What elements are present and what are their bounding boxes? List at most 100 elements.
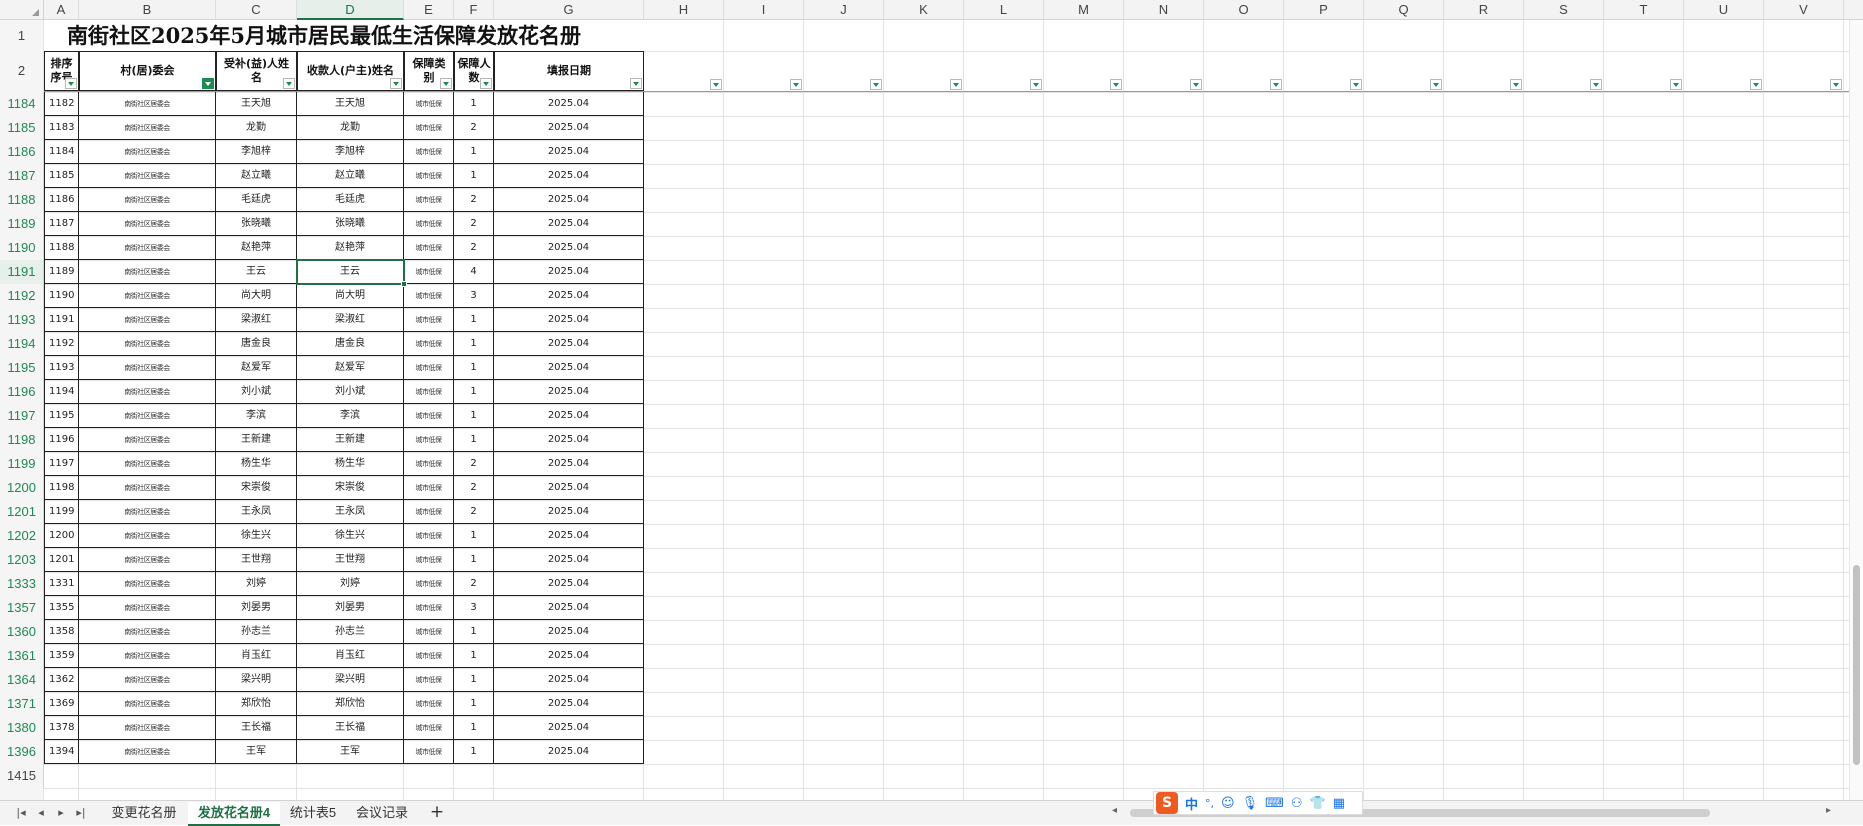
cell-seq[interactable]: 1184 (44, 140, 79, 164)
cell-count[interactable]: 2 (454, 116, 494, 140)
cell-payee[interactable]: 宋崇俊 (297, 476, 404, 500)
cell-committee[interactable]: 南街社区居委会 (79, 404, 216, 428)
row-header-1189[interactable]: 1189 (0, 212, 44, 236)
filter-dropdown-icon[interactable] (283, 78, 295, 89)
vertical-scrollbar[interactable] (1849, 20, 1863, 800)
header-recipient[interactable]: 受补(益)人姓 名 (216, 51, 297, 91)
cell-payee[interactable]: 李滨 (297, 404, 404, 428)
cell-type[interactable]: 城市低保 (404, 644, 454, 668)
cell-seq[interactable]: 1189 (44, 260, 79, 284)
add-sheet-button[interactable]: + (426, 801, 448, 823)
cell-recipient[interactable]: 刘晏男 (216, 596, 297, 620)
cell-type[interactable]: 城市低保 (404, 308, 454, 332)
cell-type[interactable]: 城市低保 (404, 524, 454, 548)
sheet-tab-4[interactable]: 会议记录 (346, 802, 418, 824)
row-header-1195[interactable]: 1195 (0, 356, 44, 380)
filter-dropdown-icon[interactable] (480, 78, 492, 89)
cell-type[interactable]: 城市低保 (404, 716, 454, 740)
cell-type[interactable]: 城市低保 (404, 380, 454, 404)
cell-payee[interactable]: 赵立曦 (297, 164, 404, 188)
row-header-1184[interactable]: 1184 (0, 92, 44, 116)
filter-dropdown-icon[interactable] (1030, 79, 1042, 90)
cell-recipient[interactable]: 刘婷 (216, 572, 297, 596)
cell-type[interactable]: 城市低保 (404, 692, 454, 716)
cell-count[interactable]: 2 (454, 188, 494, 212)
cell-seq[interactable]: 1196 (44, 428, 79, 452)
cell-committee[interactable]: 南街社区居委会 (79, 716, 216, 740)
cell-recipient[interactable]: 王云 (216, 260, 297, 284)
cell-date[interactable]: 2025.04 (494, 740, 644, 764)
cell-date[interactable]: 2025.04 (494, 500, 644, 524)
cell-type[interactable]: 城市低保 (404, 332, 454, 356)
column-header-v[interactable]: V (1764, 0, 1844, 20)
cell-type[interactable]: 城市低保 (404, 476, 454, 500)
cell-date[interactable]: 2025.04 (494, 644, 644, 668)
cell-count[interactable]: 1 (454, 668, 494, 692)
cell-recipient[interactable]: 李旭梓 (216, 140, 297, 164)
column-header-n[interactable]: N (1124, 0, 1204, 20)
cell-type[interactable]: 城市低保 (404, 164, 454, 188)
filter-dropdown-icon[interactable] (1430, 79, 1442, 90)
filter-dropdown-icon[interactable] (1110, 79, 1122, 90)
cell-committee[interactable]: 南街社区居委会 (79, 740, 216, 764)
row-header-1200[interactable]: 1200 (0, 476, 44, 500)
column-header-a[interactable]: A (44, 0, 79, 20)
cell-payee[interactable]: 龙勤 (297, 116, 404, 140)
cell-seq[interactable]: 1394 (44, 740, 79, 764)
row-header-1186[interactable]: 1186 (0, 140, 44, 164)
cell-recipient[interactable]: 王世翔 (216, 548, 297, 572)
cell-seq[interactable]: 1193 (44, 356, 79, 380)
column-header-q[interactable]: Q (1364, 0, 1444, 20)
row-header-1380[interactable]: 1380 (0, 716, 44, 740)
cell-committee[interactable]: 南街社区居委会 (79, 212, 216, 236)
cell-committee[interactable]: 南街社区居委会 (79, 476, 216, 500)
row-header-1203[interactable]: 1203 (0, 548, 44, 572)
cell-seq[interactable]: 1199 (44, 500, 79, 524)
cell-date[interactable]: 2025.04 (494, 116, 644, 140)
cell-date[interactable]: 2025.04 (494, 308, 644, 332)
sheet-tab-1[interactable]: 变更花名册 (100, 802, 188, 824)
filter-dropdown-icon[interactable] (1750, 79, 1762, 90)
cell-committee[interactable]: 南街社区居委会 (79, 356, 216, 380)
cell-type[interactable]: 城市低保 (404, 740, 454, 764)
cell-recipient[interactable]: 梁淑红 (216, 308, 297, 332)
cell-seq[interactable]: 1195 (44, 404, 79, 428)
row-header-1396[interactable]: 1396 (0, 740, 44, 764)
cell-payee[interactable]: 王长福 (297, 716, 404, 740)
header-seq[interactable]: 排序 序号 (44, 51, 79, 91)
filter-dropdown-icon[interactable] (65, 78, 77, 89)
cell-recipient[interactable]: 肖玉红 (216, 644, 297, 668)
cell-type[interactable]: 城市低保 (404, 404, 454, 428)
next-sheet-icon[interactable]: ▸ (52, 804, 70, 822)
cell-date[interactable]: 2025.04 (494, 188, 644, 212)
cell-count[interactable]: 3 (454, 284, 494, 308)
cell-date[interactable]: 2025.04 (494, 620, 644, 644)
user-icon[interactable]: ⚇ (1291, 796, 1303, 811)
filter-dropdown-icon[interactable] (710, 79, 722, 90)
cell-count[interactable]: 1 (454, 140, 494, 164)
cell-date[interactable]: 2025.04 (494, 164, 644, 188)
filter-dropdown-icon[interactable] (390, 78, 402, 89)
column-header-r[interactable]: R (1444, 0, 1524, 20)
cell-recipient[interactable]: 宋崇俊 (216, 476, 297, 500)
column-header-b[interactable]: B (79, 0, 216, 20)
cell-type[interactable]: 城市低保 (404, 596, 454, 620)
cell-recipient[interactable]: 赵爱军 (216, 356, 297, 380)
column-header-u[interactable]: U (1684, 0, 1764, 20)
sheet-tab-2[interactable]: 发放花名册4 (188, 802, 280, 826)
cell-date[interactable]: 2025.04 (494, 692, 644, 716)
cell-recipient[interactable]: 毛廷虎 (216, 188, 297, 212)
cell-date[interactable]: 2025.04 (494, 716, 644, 740)
cell-committee[interactable]: 南街社区居委会 (79, 620, 216, 644)
column-header-s[interactable]: S (1524, 0, 1604, 20)
active-cell-selection[interactable] (296, 259, 407, 287)
cell-committee[interactable]: 南街社区居委会 (79, 92, 216, 116)
cell-seq[interactable]: 1201 (44, 548, 79, 572)
scroll-left-icon[interactable]: ◂ (1112, 805, 1117, 816)
cell-count[interactable]: 1 (454, 332, 494, 356)
cell-committee[interactable]: 南街社区居委会 (79, 428, 216, 452)
row-header-1199[interactable]: 1199 (0, 452, 44, 476)
sogou-logo-icon[interactable]: S (1156, 792, 1178, 814)
cell-committee[interactable]: 南街社区居委会 (79, 380, 216, 404)
column-header-g[interactable]: G (494, 0, 644, 20)
